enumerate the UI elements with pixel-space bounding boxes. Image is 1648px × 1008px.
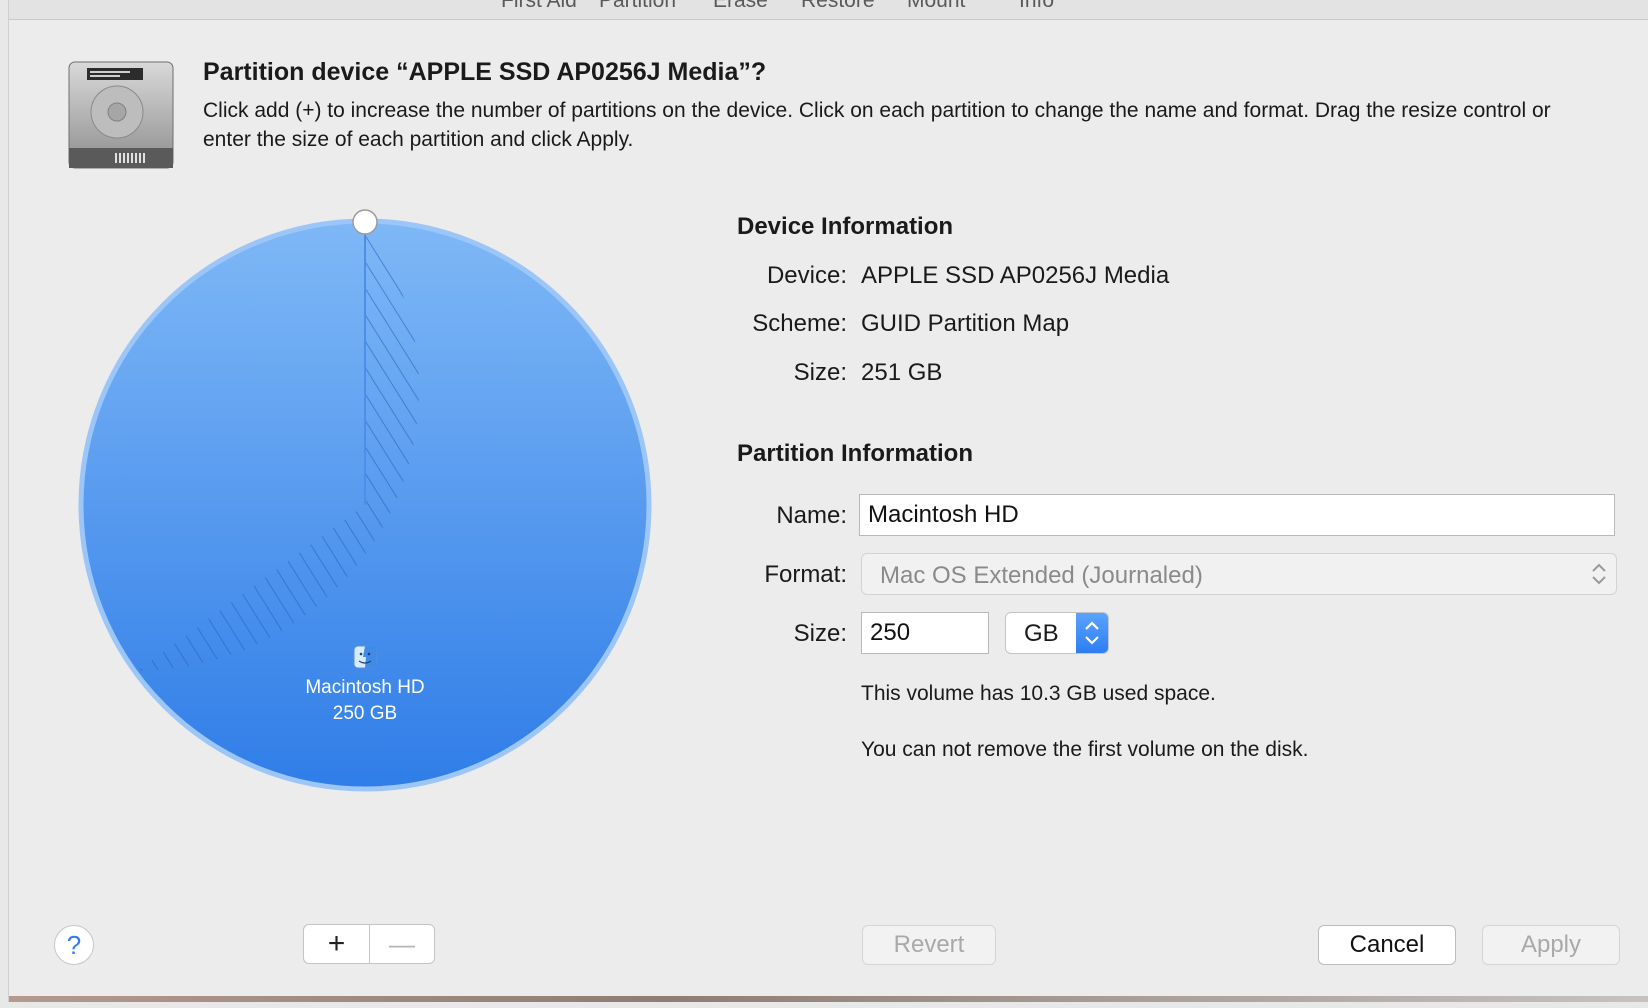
revert-button[interactable]: Revert [862, 925, 996, 965]
device-label: Device: [766, 262, 847, 289]
device-value: APPLE SSD AP0256J Media [861, 262, 1170, 289]
partition-name-field[interactable] [859, 494, 1615, 536]
partition-dialog: First Aid Partition Erase Restore Mount … [8, 0, 1648, 1002]
window-bottom-edge [9, 996, 1648, 1002]
updown-chevron-icon [1592, 563, 1606, 585]
format-label: Format: [764, 561, 847, 588]
partition-info-heading: Partition Information [737, 440, 973, 467]
tab-first-aid[interactable]: First Aid [501, 0, 577, 13]
tab-restore[interactable]: Restore [801, 0, 875, 13]
device-size-value: 251 GB [861, 359, 943, 386]
device-size-label: Size: [793, 359, 847, 386]
apply-button[interactable]: Apply [1482, 925, 1620, 965]
scheme-value: GUID Partition Map [861, 310, 1070, 337]
toolbar: First Aid Partition Erase Restore Mount … [9, 0, 1648, 20]
size-unit-value: GB [1024, 620, 1059, 647]
remove-volume-note: You can not remove the first volume on t… [861, 738, 1309, 761]
format-select[interactable]: Mac OS Extended (Journaled) [861, 553, 1617, 595]
tab-mount[interactable]: Mount [907, 0, 965, 13]
used-space-note: This volume has 10.3 GB used space. [861, 682, 1216, 705]
scheme-label: Scheme: [752, 310, 847, 337]
resize-handle[interactable] [352, 209, 378, 235]
partition-pie-chart[interactable]: Macintosh HD 250 GB [65, 205, 665, 805]
name-label: Name: [776, 502, 847, 529]
format-value: Mac OS Extended (Journaled) [880, 562, 1203, 589]
tab-erase[interactable]: Erase [713, 0, 768, 13]
add-remove-segmented-control: + — [303, 924, 435, 964]
hard-disk-icon [68, 61, 174, 169]
tab-partition[interactable]: Partition [599, 0, 676, 13]
tab-info[interactable]: Info [1019, 0, 1054, 13]
dialog-title: Partition device “APPLE SSD AP0256J Medi… [203, 58, 767, 86]
device-info-heading: Device Information [737, 213, 954, 240]
updown-chevron-icon [1076, 613, 1108, 653]
cancel-button[interactable]: Cancel [1318, 925, 1456, 965]
dialog-instructions: Click add (+) to increase the number of … [203, 99, 1551, 151]
partition-size-field[interactable] [861, 612, 989, 654]
remove-partition-button[interactable]: — [370, 925, 434, 963]
pie-graphic [78, 209, 652, 792]
size-unit-select[interactable]: GB [1005, 612, 1109, 654]
add-partition-button[interactable]: + [304, 925, 370, 963]
partition-size-label: Size: [793, 620, 847, 647]
help-button[interactable]: ? [54, 925, 94, 965]
